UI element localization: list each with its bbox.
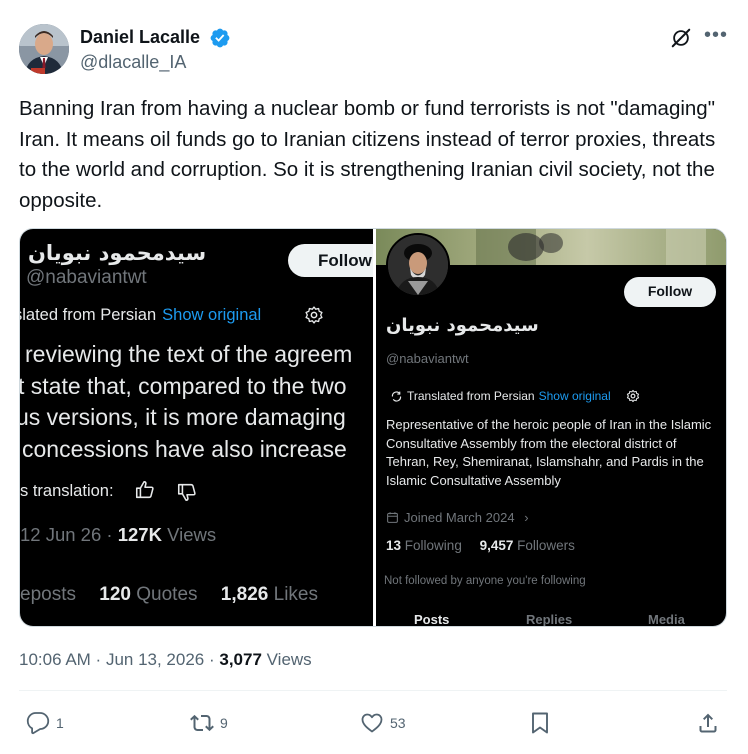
quoted-author-handle: @nabaviantwt [26,267,147,288]
reply-count: 1 [56,715,64,731]
author-avatar[interactable] [19,24,69,74]
thumbs-up-icon [135,480,154,499]
quoted-reposts-label: eposts [20,584,76,605]
quoted-likes-count: 1,826 [220,584,269,605]
calendar-icon [387,512,398,523]
verified-badge-icon [210,28,230,48]
quoted-quotes-label: Quotes [136,584,198,605]
quoted-tweet-body: reviewing the text of the agreem t state… [20,339,352,465]
profile-joined-label: Joined March 2024 [404,510,515,525]
follow-button: Follow [288,244,373,277]
quoted-likes-label: Likes [273,584,318,605]
reply-icon [26,712,50,735]
tweet-date[interactable]: Jun 13, 2026 [106,650,204,669]
profile-joined: Joined March 2024 › [404,510,529,525]
thumbs-down-icon [177,483,196,502]
divider [19,690,727,691]
author-handle[interactable]: @dlacalle_IA [80,52,186,73]
profile-avatar [386,233,450,297]
not-followed-note: Not followed by anyone you're following [384,575,586,587]
share-icon [699,713,717,733]
profile-name: سیدمحمود نبویان [386,315,539,336]
tweet-views-label: Views [266,650,312,669]
profile-follow-counts: 13 Following 9,457 Followers [386,538,575,553]
like-button[interactable]: 53 [360,711,406,735]
quoted-line: concessions have also increase [22,435,347,462]
bookmark-icon [532,712,548,734]
profile-tab-replies: Replies [526,612,573,627]
profile-tab-posts: Posts [414,612,450,627]
profile-translated-notice: Translated from Persian Show original [407,389,611,403]
following-label: Following [404,538,462,553]
gear-icon [305,306,323,324]
quoted-author-name: سیدمحمود نبویان [28,241,207,265]
quoted-stats: eposts 120 Quotes 1,826 Likes [20,584,318,606]
like-icon [361,713,383,733]
quoted-views-count: 127K [117,524,162,545]
gear-icon [626,389,640,403]
reply-button[interactable]: 1 [26,711,64,735]
repost-button[interactable]: 9 [190,711,228,735]
profile-handle: @nabaviantwt [386,351,469,366]
chevron-right-icon: › [524,510,529,525]
tweet-views-count: 3,077 [219,650,262,669]
profile-bio: Representative of the heroic people of I… [386,417,712,488]
profile-show-original-link: Show original [538,389,611,403]
translated-notice: slated from Persian Show original [20,306,261,325]
repost-icon [190,714,214,732]
repost-count: 9 [220,715,228,731]
tweet-meta: 10:06 AM · Jun 13, 2026 · 3,077 Views [19,650,312,669]
rate-translation-label: s translation: [20,482,114,500]
quoted-line: reviewing the text of the agreem [25,341,353,367]
quoted-line: us versions, it is more damaging [20,404,346,430]
author-name[interactable]: Daniel Lacalle [80,27,200,48]
profile-translated-label: Translated from Persian [407,389,535,403]
media-image-right[interactable]: Follow سیدمحمود نبویان @nabaviantwt Tran… [376,229,726,627]
quoted-date: 12 Jun 26 [20,524,102,545]
profile-follow-button: Follow [624,277,716,307]
followers-label: Followers [517,538,575,553]
following-count: 13 [386,538,402,553]
tweet-media[interactable]: سیدمحمود نبویان @nabaviantwt Follow slat… [19,228,727,627]
quoted-line: t state that, compared to the two [20,372,347,399]
show-original-link: Show original [162,306,262,324]
more-icon[interactable]: ••• [704,24,728,47]
bookmark-button[interactable] [528,711,552,735]
media-image-left[interactable]: سیدمحمود نبویان @nabaviantwt Follow slat… [20,229,373,626]
translated-label: slated from Persian [20,306,157,324]
grok-icon[interactable] [670,27,692,49]
tweet-text: Banning Iran from having a nuclear bomb … [19,97,716,212]
quoted-views-label: Views [167,524,217,545]
share-button[interactable] [696,711,720,735]
like-count: 53 [390,715,406,731]
quoted-quotes-count: 120 [99,584,131,605]
tweet-time[interactable]: 10:06 AM [19,650,91,669]
followers-count: 9,457 [479,538,514,553]
translate-icon [391,391,402,402]
profile-tab-media: Media [648,612,685,627]
quoted-date-views: 12 Jun 26 · 127K Views [20,524,217,545]
